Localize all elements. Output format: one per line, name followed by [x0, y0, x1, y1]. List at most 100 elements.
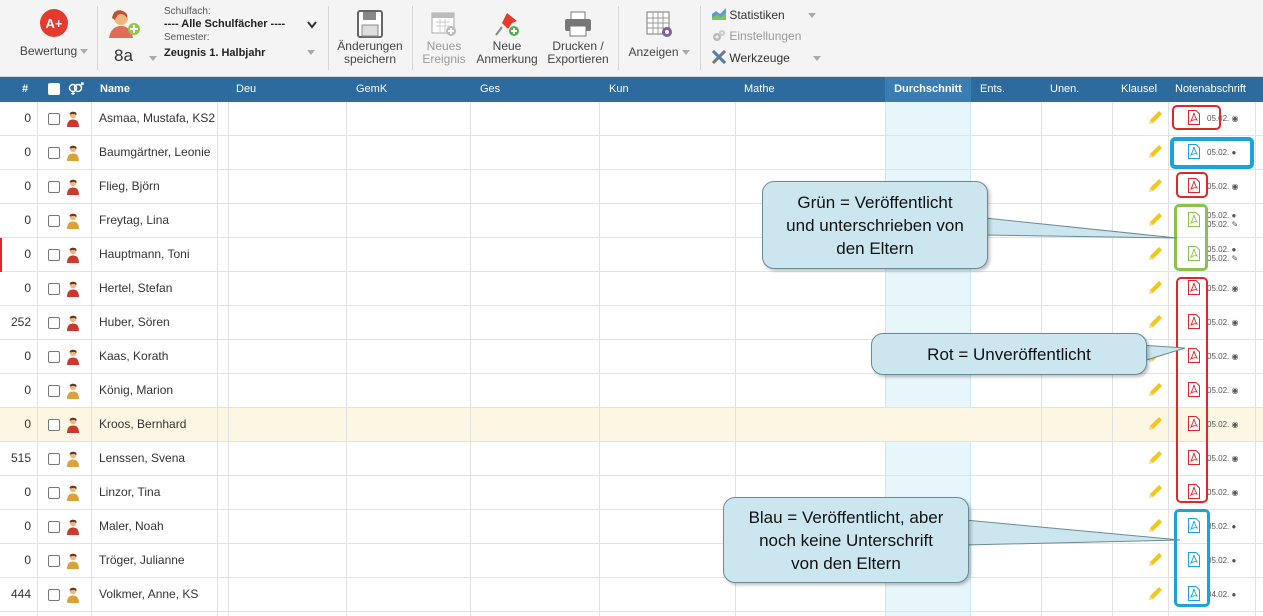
note-date: 05.02. ◉ — [1207, 420, 1239, 429]
pencil-icon[interactable] — [1147, 450, 1163, 466]
statistiken-menu[interactable]: Statistiken — [712, 8, 817, 23]
col-number-header: # — [22, 83, 29, 95]
table-row[interactable]: 0 Tröger, Julianne 05.02. ● — [0, 544, 1263, 578]
pencil-icon[interactable] — [1147, 110, 1163, 126]
row-checkbox[interactable] — [48, 283, 60, 295]
table-row[interactable]: 0 Hertel, Stefan 05.02. ◉ — [0, 272, 1263, 306]
row-number: 0 — [24, 383, 31, 397]
row-checkbox[interactable] — [48, 147, 60, 159]
gears-icon — [713, 30, 725, 41]
row-marker — [0, 238, 2, 272]
col-ents-header[interactable]: Ents. — [980, 77, 1005, 102]
student-name[interactable]: Tröger, Julianne — [99, 544, 185, 577]
table-row[interactable]: 444 Volkmer, Anne, KS 04.02. ● — [0, 578, 1263, 612]
note-date: 05.02. ● — [1207, 556, 1237, 565]
save-button[interactable]: Änderungen speichern — [334, 8, 406, 68]
table-row[interactable]: 0 Hauptmann, Toni 05.02. ● 05.02. ✎ — [0, 238, 1263, 272]
pencil-icon[interactable] — [1147, 280, 1163, 296]
row-checkbox[interactable] — [48, 487, 60, 499]
student-name[interactable]: Flieg, Björn — [99, 170, 160, 203]
note-date: 05.02. ◉ — [1207, 182, 1239, 191]
col-kun-header[interactable]: Kun — [609, 77, 629, 102]
row-checkbox[interactable] — [48, 555, 60, 567]
row-checkbox[interactable] — [48, 249, 60, 261]
row-checkbox[interactable] — [48, 351, 60, 363]
semester-select[interactable]: Zeugnis 1. Halbjahr — [164, 44, 324, 62]
print-export-button[interactable]: Drucken / Exportieren — [544, 8, 612, 68]
table-row[interactable]: 0 Freytag, Lina 05.02. ● 05.02. ✎ — [0, 204, 1263, 238]
pencil-icon[interactable] — [1147, 144, 1163, 160]
table-row[interactable]: 0 Flieg, Björn 05.02. ◉ — [0, 170, 1263, 204]
pencil-icon[interactable] — [1147, 314, 1163, 330]
schulfach-select[interactable]: ---- Alle Schulfächer ---- — [164, 17, 324, 32]
row-checkbox[interactable] — [48, 385, 60, 397]
col-klausel-header[interactable]: Klausel — [1121, 77, 1157, 102]
row-checkbox[interactable] — [48, 181, 60, 193]
student-name[interactable]: Asmaa, Mustafa, KS2 — [99, 102, 215, 135]
einstellungen-menu[interactable]: Einstellungen — [712, 29, 801, 44]
callout-red-text: Rot = Unveröffentlicht — [927, 344, 1091, 364]
chevron-down-icon — [149, 56, 157, 61]
pencil-icon[interactable] — [1147, 178, 1163, 194]
pencil-icon[interactable] — [1147, 552, 1163, 568]
pencil-icon[interactable] — [1147, 212, 1163, 228]
row-number: 0 — [24, 485, 31, 499]
student-name[interactable]: Hertel, Stefan — [99, 272, 172, 305]
table-row[interactable]: 0 Baumgärtner, Leonie 05.02. ● — [0, 136, 1263, 170]
row-checkbox[interactable] — [48, 215, 60, 227]
callout-red: Rot = Unveröffentlicht — [871, 333, 1147, 375]
row-checkbox[interactable] — [48, 317, 60, 329]
col-deu-header[interactable]: Deu — [236, 77, 256, 102]
row-checkbox[interactable] — [48, 589, 60, 601]
note-date: 05.02. ● — [1207, 245, 1237, 254]
col-notenabschrift-header[interactable]: Notenabschrift — [1175, 77, 1246, 102]
student-name[interactable]: Volkmer, Anne, KS — [99, 578, 198, 611]
student-name[interactable]: König, Marion — [99, 374, 173, 407]
row-checkbox[interactable] — [48, 419, 60, 431]
new-note-button[interactable]: Neue Anmerkung — [476, 8, 538, 68]
col-ges-header[interactable]: Ges — [480, 77, 500, 102]
pencil-icon[interactable] — [1147, 484, 1163, 500]
row-number: 0 — [24, 179, 31, 193]
student-name[interactable]: Lenssen, Svena — [99, 442, 185, 475]
student-name[interactable]: Baumgärtner, Leonie — [99, 136, 210, 169]
bewertung-button[interactable]: A+ Bewertung — [18, 8, 90, 68]
table-row[interactable]: 515 Lenssen, Svena 05.02. ◉ — [0, 442, 1263, 476]
student-name[interactable]: Kaas, Korath — [99, 340, 168, 373]
table-row[interactable]: 0 Kroos, Bernhard 05.02. ◉ — [0, 408, 1263, 442]
note-date-signed: 05.02. ✎ — [1207, 254, 1239, 263]
student-name[interactable]: Hauptmann, Toni — [99, 238, 190, 271]
new-event-button[interactable]: Neues Ereignis — [416, 8, 472, 68]
col-mathe-header[interactable]: Mathe — [744, 77, 775, 102]
row-checkbox[interactable] — [48, 113, 60, 125]
col-name-header[interactable]: Name — [100, 77, 130, 102]
pencil-icon[interactable] — [1147, 518, 1163, 534]
student-icon — [67, 553, 79, 569]
pencil-icon[interactable] — [1147, 416, 1163, 432]
pencil-icon[interactable] — [1147, 246, 1163, 262]
student-icon — [67, 349, 79, 365]
table-row[interactable]: 0 Maler, Noah 05.02. ● — [0, 510, 1263, 544]
col-durchschnitt-header[interactable]: Durchschnitt — [885, 77, 971, 102]
anzeigen-button[interactable]: Anzeigen — [624, 8, 694, 68]
student-name[interactable]: Huber, Sören — [99, 306, 170, 339]
table-row[interactable]: 0 König, Marion 05.02. ◉ — [0, 374, 1263, 408]
select-all-checkbox[interactable] — [48, 83, 60, 95]
student-name[interactable]: Maler, Noah — [99, 510, 164, 543]
pencil-icon[interactable] — [1147, 382, 1163, 398]
table-row[interactable]: 0 Asmaa, Mustafa, KS2 05.02. ◉ — [0, 102, 1263, 136]
row-checkbox[interactable] — [48, 453, 60, 465]
pencil-icon[interactable] — [1147, 586, 1163, 602]
class-selector[interactable]: 8a — [106, 6, 157, 68]
student-name[interactable]: Freytag, Lina — [99, 204, 169, 237]
row-checkbox[interactable] — [48, 521, 60, 533]
werkzeuge-menu[interactable]: Werkzeuge — [711, 49, 822, 66]
note-date: 05.02. ◉ — [1207, 488, 1239, 497]
student-name[interactable]: Linzor, Tina — [99, 476, 160, 509]
student-name[interactable]: Kroos, Bernhard — [99, 408, 186, 441]
col-gemk-header[interactable]: GemK — [356, 77, 387, 102]
semester-label: Semester: — [164, 32, 210, 43]
col-unen-header[interactable]: Unen. — [1050, 77, 1079, 102]
table-row[interactable]: 0 Linzor, Tina 05.02. ◉ — [0, 476, 1263, 510]
pencil-icon[interactable] — [1147, 348, 1163, 364]
